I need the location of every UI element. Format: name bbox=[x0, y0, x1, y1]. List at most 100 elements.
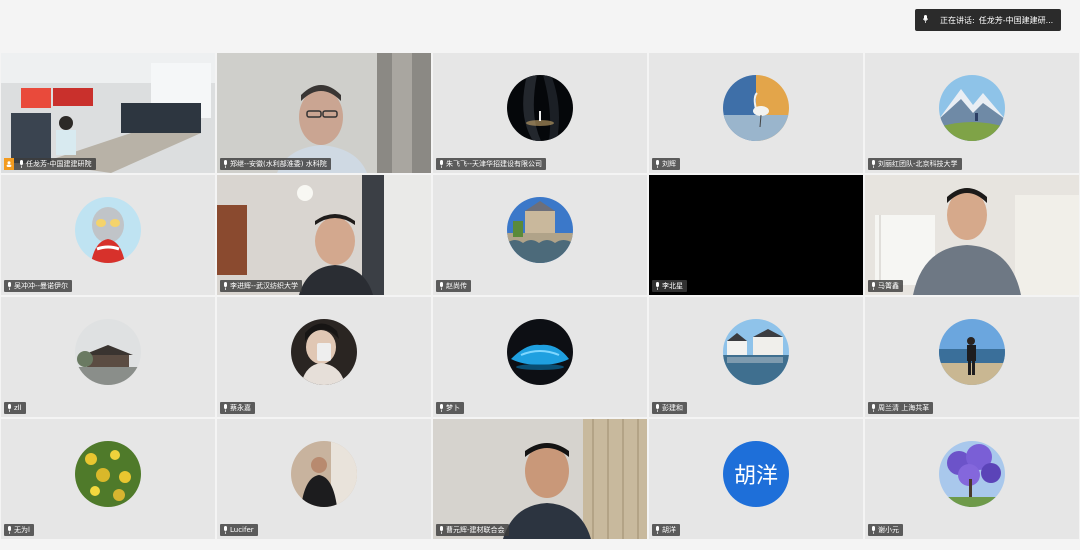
participant-name: 谢小元 bbox=[878, 526, 899, 534]
participant-tile[interactable]: 朱飞飞--天津华招建设有限公司 bbox=[433, 53, 647, 173]
participant-name-tag: 蔡永嘉 bbox=[220, 402, 255, 414]
participant-name: 周兰清 上海共革 bbox=[878, 404, 930, 412]
participant-tile[interactable]: 曹元辉-建材联合会 bbox=[433, 419, 647, 539]
participant-name: 无为l bbox=[14, 526, 30, 534]
participant-name-tag: 吴冲冲--曼诺伊尔 bbox=[4, 280, 73, 292]
participant-tile[interactable]: 谢小元 bbox=[865, 419, 1079, 539]
avatar bbox=[507, 75, 573, 141]
participant-tile[interactable]: 李进辉--武汉纺织大学 bbox=[217, 175, 431, 295]
microphone-icon bbox=[220, 402, 230, 414]
participant-tile[interactable]: 梦卜 bbox=[433, 297, 647, 417]
participant-grid: 任龙芳-中国建建研院 郑继--安徽(水利部淮委) 水科院 朱飞飞--天津华招建设… bbox=[1, 53, 1079, 539]
participant-tile[interactable]: 赵尚传 bbox=[433, 175, 647, 295]
participant-name: 吴冲冲--曼诺伊尔 bbox=[14, 282, 69, 290]
participant-name-tag: 曹元辉-建材联合会 bbox=[436, 524, 509, 536]
participant-name-tag: 郑继--安徽(水利部淮委) 水科院 bbox=[220, 158, 331, 170]
participant-name: 任龙芳-中国建建研院 bbox=[26, 160, 92, 168]
participant-name-tag: 赵尚传 bbox=[436, 280, 471, 292]
participant-name: 梦卜 bbox=[446, 404, 460, 412]
avatar bbox=[75, 441, 141, 507]
microphone-icon bbox=[220, 524, 230, 536]
participant-name-tag: 任龙芳-中国建建研院 bbox=[4, 158, 96, 170]
participant-tile[interactable]: 彭建和 bbox=[649, 297, 863, 417]
microphone-icon bbox=[652, 402, 662, 414]
avatar bbox=[75, 197, 141, 263]
microphone-icon bbox=[652, 524, 662, 536]
avatar bbox=[291, 441, 357, 507]
participant-tile[interactable]: 周兰清 上海共革 bbox=[865, 297, 1079, 417]
microphone-icon bbox=[4, 524, 14, 536]
participant-name: Lucifer bbox=[230, 526, 254, 534]
participant-tile[interactable]: 吴冲冲--曼诺伊尔 bbox=[1, 175, 215, 295]
participant-tile[interactable]: 无为l bbox=[1, 419, 215, 539]
avatar bbox=[507, 319, 573, 385]
participant-tile[interactable]: zll bbox=[1, 297, 215, 417]
participant-name: 朱飞飞--天津华招建设有限公司 bbox=[446, 160, 543, 168]
microphone-icon bbox=[652, 158, 662, 170]
participant-name-tag: 无为l bbox=[4, 524, 34, 536]
participant-name-tag: 刘丽红团队-北京科技大学 bbox=[868, 158, 962, 170]
participant-tile[interactable]: Lucifer bbox=[217, 419, 431, 539]
participant-tile[interactable]: 蔡永嘉 bbox=[217, 297, 431, 417]
microphone-icon bbox=[220, 280, 230, 292]
participant-name-tag: 朱飞飞--天津华招建设有限公司 bbox=[436, 158, 547, 170]
microphone-icon bbox=[4, 402, 14, 414]
speaking-name: 任龙芳-中国建建研... bbox=[978, 15, 1054, 25]
video-feed bbox=[1, 53, 215, 173]
participant-tile[interactable]: 李北星 bbox=[649, 175, 863, 295]
video-feed bbox=[217, 53, 431, 173]
participant-name-tag: 梦卜 bbox=[436, 402, 464, 414]
microphone-icon bbox=[436, 158, 446, 170]
participant-tile[interactable]: 任龙芳-中国建建研院 bbox=[1, 53, 215, 173]
microphone-icon bbox=[220, 158, 230, 170]
participant-name-tag: 刘辉 bbox=[652, 158, 680, 170]
participant-name: 李北星 bbox=[662, 282, 683, 290]
participant-name: 赵尚传 bbox=[446, 282, 467, 290]
participant-name: 曹元辉-建材联合会 bbox=[446, 526, 505, 534]
avatar bbox=[939, 319, 1005, 385]
avatar bbox=[939, 441, 1005, 507]
participant-name: zll bbox=[14, 404, 22, 412]
microphone-icon bbox=[868, 280, 878, 292]
microphone-icon bbox=[868, 158, 878, 170]
speaking-indicator: 正在讲话: 任龙芳-中国建建研... bbox=[915, 9, 1061, 31]
avatar bbox=[723, 319, 789, 385]
avatar bbox=[723, 75, 789, 141]
participant-name: 蔡永嘉 bbox=[230, 404, 251, 412]
microphone-icon bbox=[436, 280, 446, 292]
microphone-icon bbox=[436, 402, 446, 414]
host-icon bbox=[4, 158, 14, 170]
microphone-icon bbox=[868, 402, 878, 414]
video-feed bbox=[433, 419, 647, 539]
participant-name-tag: 李北星 bbox=[652, 280, 687, 292]
participant-name-tag: 胡洋 bbox=[652, 524, 680, 536]
participant-name-tag: 彭建和 bbox=[652, 402, 687, 414]
participant-name: 刘辉 bbox=[662, 160, 676, 168]
avatar: 胡洋 bbox=[723, 441, 789, 507]
video-feed bbox=[217, 175, 431, 295]
participant-name: 彭建和 bbox=[662, 404, 683, 412]
microphone-icon bbox=[868, 524, 878, 536]
participant-name: 李进辉--武汉纺织大学 bbox=[230, 282, 299, 290]
participant-tile[interactable]: 马箐鑫 bbox=[865, 175, 1079, 295]
video-feed bbox=[865, 175, 1079, 295]
participant-tile[interactable]: 刘丽红团队-北京科技大学 bbox=[865, 53, 1079, 173]
participant-tile[interactable]: 刘辉 bbox=[649, 53, 863, 173]
participant-name-tag: 李进辉--武汉纺织大学 bbox=[220, 280, 303, 292]
participant-name: 胡洋 bbox=[662, 526, 676, 534]
participant-name-tag: 谢小元 bbox=[868, 524, 903, 536]
participant-tile[interactable]: 郑继--安徽(水利部淮委) 水科院 bbox=[217, 53, 431, 173]
microphone-icon bbox=[16, 158, 26, 170]
microphone-icon bbox=[436, 524, 446, 536]
microphone-icon bbox=[652, 280, 662, 292]
participant-name-tag: zll bbox=[4, 402, 26, 414]
participant-name-tag: Lucifer bbox=[220, 524, 258, 536]
participant-name: 郑继--安徽(水利部淮委) 水科院 bbox=[230, 160, 327, 168]
avatar bbox=[507, 197, 573, 263]
participant-name: 马箐鑫 bbox=[878, 282, 899, 290]
avatar bbox=[291, 319, 357, 385]
participant-name: 刘丽红团队-北京科技大学 bbox=[878, 160, 958, 168]
microphone-icon bbox=[922, 15, 929, 25]
participant-tile[interactable]: 胡洋 胡洋 bbox=[649, 419, 863, 539]
avatar bbox=[939, 75, 1005, 141]
